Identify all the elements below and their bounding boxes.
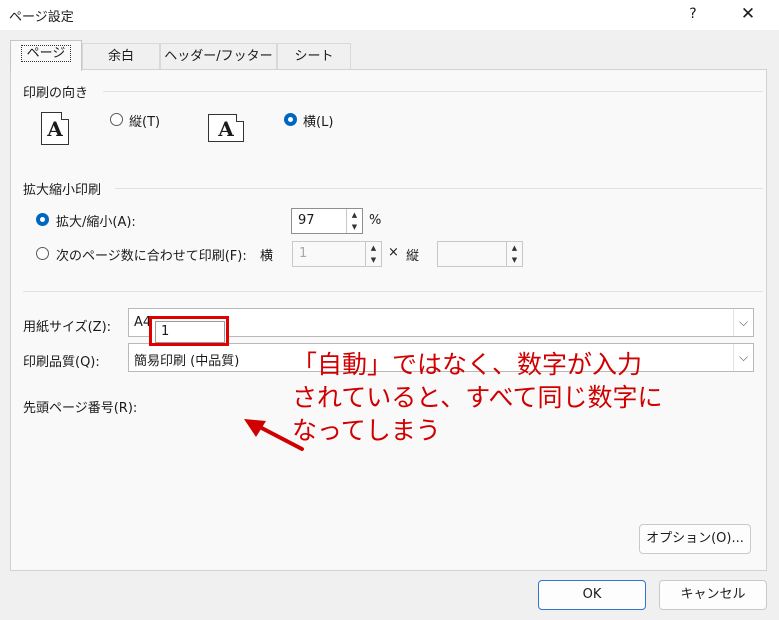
percent-label: % [369,213,382,228]
fit-to-label[interactable]: 次のページ数に合わせて印刷(F): [56,245,247,264]
first-page-number-label: 先頭ページ番号(R): [23,401,138,416]
section-divider [115,188,763,189]
scale-percent-value: 97 [298,213,315,228]
cancel-button[interactable]: キャンセル [659,580,767,610]
spin-up-icon[interactable]: ▲ [347,209,362,221]
first-page-highlight: 1 [149,316,229,346]
tab-margins[interactable]: 余白 [82,43,160,70]
adjust-to-label[interactable]: 拡大/縮小(A): [56,211,136,230]
orientation-section-label: 印刷の向き [23,86,89,101]
adjust-to-radio[interactable] [36,213,49,226]
options-button[interactable]: オプション(O)... [639,524,751,554]
scale-percent-spinner[interactable]: 97 ▲ ▼ [291,208,363,234]
fit-wide-label: 横 [260,249,274,264]
tab-page[interactable]: ページ [10,40,82,71]
section-divider [103,91,763,92]
dialog-title: ページ設定 [9,10,74,25]
spin-down-icon[interactable]: ▼ [507,254,522,266]
landscape-radio[interactable] [284,113,297,126]
annotation-line: されていると、すべて同じ数字に [292,383,663,412]
fit-wide-value: 1 [299,246,308,261]
spin-buttons: ▲ ▼ [506,242,522,266]
paper-size-label: 用紙サイズ(Z): [23,320,112,335]
title-bar: ページ設定 ? ✕ [0,0,779,30]
first-page-number-input[interactable]: 1 [155,321,225,343]
tab-header-footer[interactable]: ヘッダー/フッター [160,43,277,70]
tab-sheet[interactable]: シート [277,43,351,70]
landscape-label[interactable]: 横(L) [303,111,333,130]
portrait-radio[interactable] [110,113,123,126]
print-quality-value: 簡易印刷 (中品質) [134,354,240,369]
portrait-label[interactable]: 縦(T) [129,111,160,130]
annotation-line: 「自動」ではなく、数字が入力 [292,350,643,379]
spin-up-icon[interactable]: ▲ [507,242,522,254]
spin-down-icon[interactable]: ▼ [347,221,362,233]
fit-tall-label: 縦 [406,249,420,264]
annotation-line: なってしまう [292,416,441,445]
annotation-text: 「自動」ではなく、数字が入力 されていると、すべて同じ数字に なってしまう [292,348,732,447]
portrait-page-icon: A [41,112,69,145]
spin-down-icon[interactable]: ▼ [366,254,381,266]
spin-buttons: ▲ ▼ [365,242,381,266]
chevron-down-icon[interactable]: ⌵ [733,344,753,371]
landscape-page-icon: A [208,114,244,142]
page-settings-panel: 印刷の向き A 縦(T) A 横(L) 拡大縮小印刷 拡大/縮小(A): 97 … [10,69,767,571]
print-quality-label: 印刷品質(Q): [23,355,100,370]
fit-tall-spinner[interactable]: ▲ ▼ [437,241,523,267]
section-divider [23,291,763,292]
ok-button[interactable]: OK [538,580,646,610]
spin-up-icon[interactable]: ▲ [366,242,381,254]
times-label: × [388,245,399,260]
scaling-section-label: 拡大縮小印刷 [23,183,102,198]
chevron-down-icon[interactable]: ⌵ [733,309,753,336]
close-button[interactable]: ✕ [736,3,760,25]
fit-to-radio[interactable] [36,247,49,260]
spin-buttons: ▲ ▼ [346,209,362,233]
fit-wide-spinner[interactable]: 1 ▲ ▼ [292,241,382,267]
help-button[interactable]: ? [682,3,704,25]
